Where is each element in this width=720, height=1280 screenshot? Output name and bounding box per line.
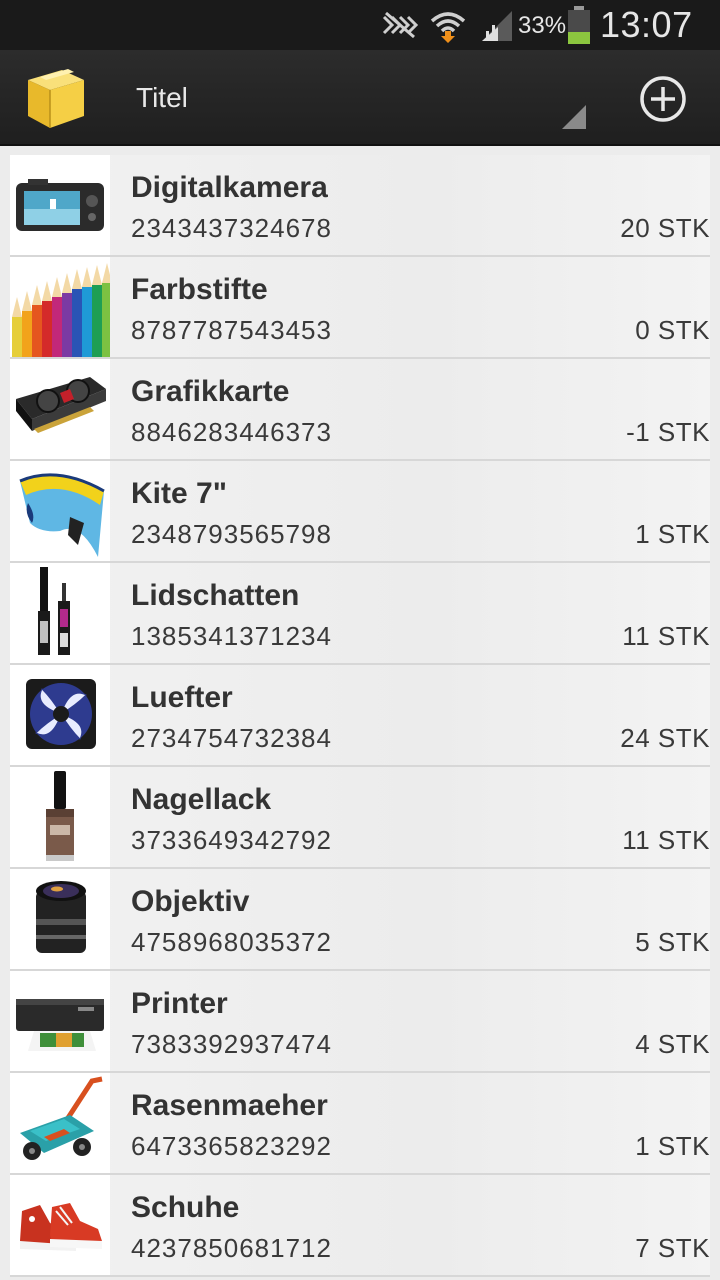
box-icon[interactable] (22, 66, 90, 130)
camera-icon (10, 155, 110, 255)
item-name: Objektiv (131, 885, 250, 918)
item-code: 2734754732384 (131, 723, 332, 753)
list-item[interactable]: Lidschatten 1385341371234 11 STK (10, 563, 710, 665)
mascara-icon (10, 563, 110, 663)
list-item[interactable]: Farbstifte 8787787543453 0 STK (10, 257, 710, 359)
item-quantity: 11 STK (622, 825, 710, 855)
wifi-download-icon (430, 9, 466, 48)
kite-icon (10, 461, 110, 561)
battery-icon (566, 6, 592, 49)
item-quantity: 5 STK (635, 927, 710, 957)
item-code: 4758968035372 (131, 927, 332, 957)
list-item[interactable]: Objektiv 4758968035372 5 STK (10, 869, 710, 971)
item-quantity: 24 STK (620, 723, 710, 753)
status-bar: 33% 13:07 (0, 0, 720, 50)
item-name: Farbstifte (131, 273, 268, 306)
signal-icon (478, 9, 514, 48)
clock: 13:07 (600, 4, 693, 45)
item-quantity: 11 STK (622, 621, 710, 651)
item-name: Luefter (131, 681, 233, 714)
lawn-mower-icon (10, 1073, 110, 1173)
list-item[interactable]: Luefter 2734754732384 24 STK (10, 665, 710, 767)
title-spinner[interactable]: Titel (110, 50, 590, 146)
graphics-card-icon (10, 359, 110, 459)
list-item[interactable]: Digitalkamera 2343437324678 20 STK (10, 155, 710, 257)
item-name: Digitalkamera (131, 171, 328, 204)
item-code: 8846283446373 (131, 417, 332, 447)
action-bar-title: Titel (136, 82, 188, 113)
battery-percent: 33% (518, 12, 567, 39)
item-quantity: -1 STK (626, 417, 710, 447)
item-name: Grafikkarte (131, 375, 290, 408)
item-list[interactable]: Digitalkamera 2343437324678 20 STK Farbs… (10, 155, 710, 1280)
item-name: Schuhe (131, 1191, 240, 1224)
item-code: 8787787543453 (131, 315, 332, 345)
item-name: Rasenmaeher (131, 1089, 328, 1122)
list-item[interactable]: Grafikkarte 8846283446373 -1 STK (10, 359, 710, 461)
item-code: 7383392937474 (131, 1029, 332, 1059)
shoes-icon (10, 1175, 110, 1275)
item-name: Lidschatten (131, 579, 300, 612)
nail-polish-icon (10, 767, 110, 867)
list-item[interactable]: Printer 7383392937474 4 STK (10, 971, 710, 1073)
list-item[interactable]: Nagellack 3733649342792 11 STK (10, 767, 710, 869)
item-name: Kite 7" (131, 477, 227, 510)
list-item[interactable]: Rasenmaeher 6473365823292 1 STK (10, 1073, 710, 1175)
item-code: 6473365823292 (131, 1131, 332, 1161)
list-item[interactable]: Schuhe 4237850681712 7 STK (10, 1175, 710, 1277)
fan-icon (10, 665, 110, 765)
lens-icon (10, 869, 110, 969)
item-quantity: 20 STK (620, 213, 710, 243)
item-code: 4237850681712 (131, 1233, 332, 1263)
nfc-off-icon (380, 9, 420, 46)
item-name: Nagellack (131, 783, 272, 816)
printer-icon (10, 971, 110, 1071)
add-circle-icon[interactable] (634, 70, 692, 128)
item-quantity: 1 STK (635, 1131, 710, 1161)
spinner-arrow-icon (562, 105, 586, 134)
item-code: 2348793565798 (131, 519, 332, 549)
item-quantity: 1 STK (635, 519, 710, 549)
action-bar: Titel (0, 50, 720, 146)
item-code: 2343437324678 (131, 213, 332, 243)
item-name: Printer (131, 987, 228, 1020)
item-code: 1385341371234 (131, 621, 332, 651)
item-quantity: 0 STK (635, 315, 710, 345)
item-code: 3733649342792 (131, 825, 332, 855)
item-quantity: 7 STK (635, 1233, 710, 1263)
list-item[interactable]: Kite 7" 2348793565798 1 STK (10, 461, 710, 563)
colored-pencils-icon (10, 257, 110, 357)
item-quantity: 4 STK (635, 1029, 710, 1059)
